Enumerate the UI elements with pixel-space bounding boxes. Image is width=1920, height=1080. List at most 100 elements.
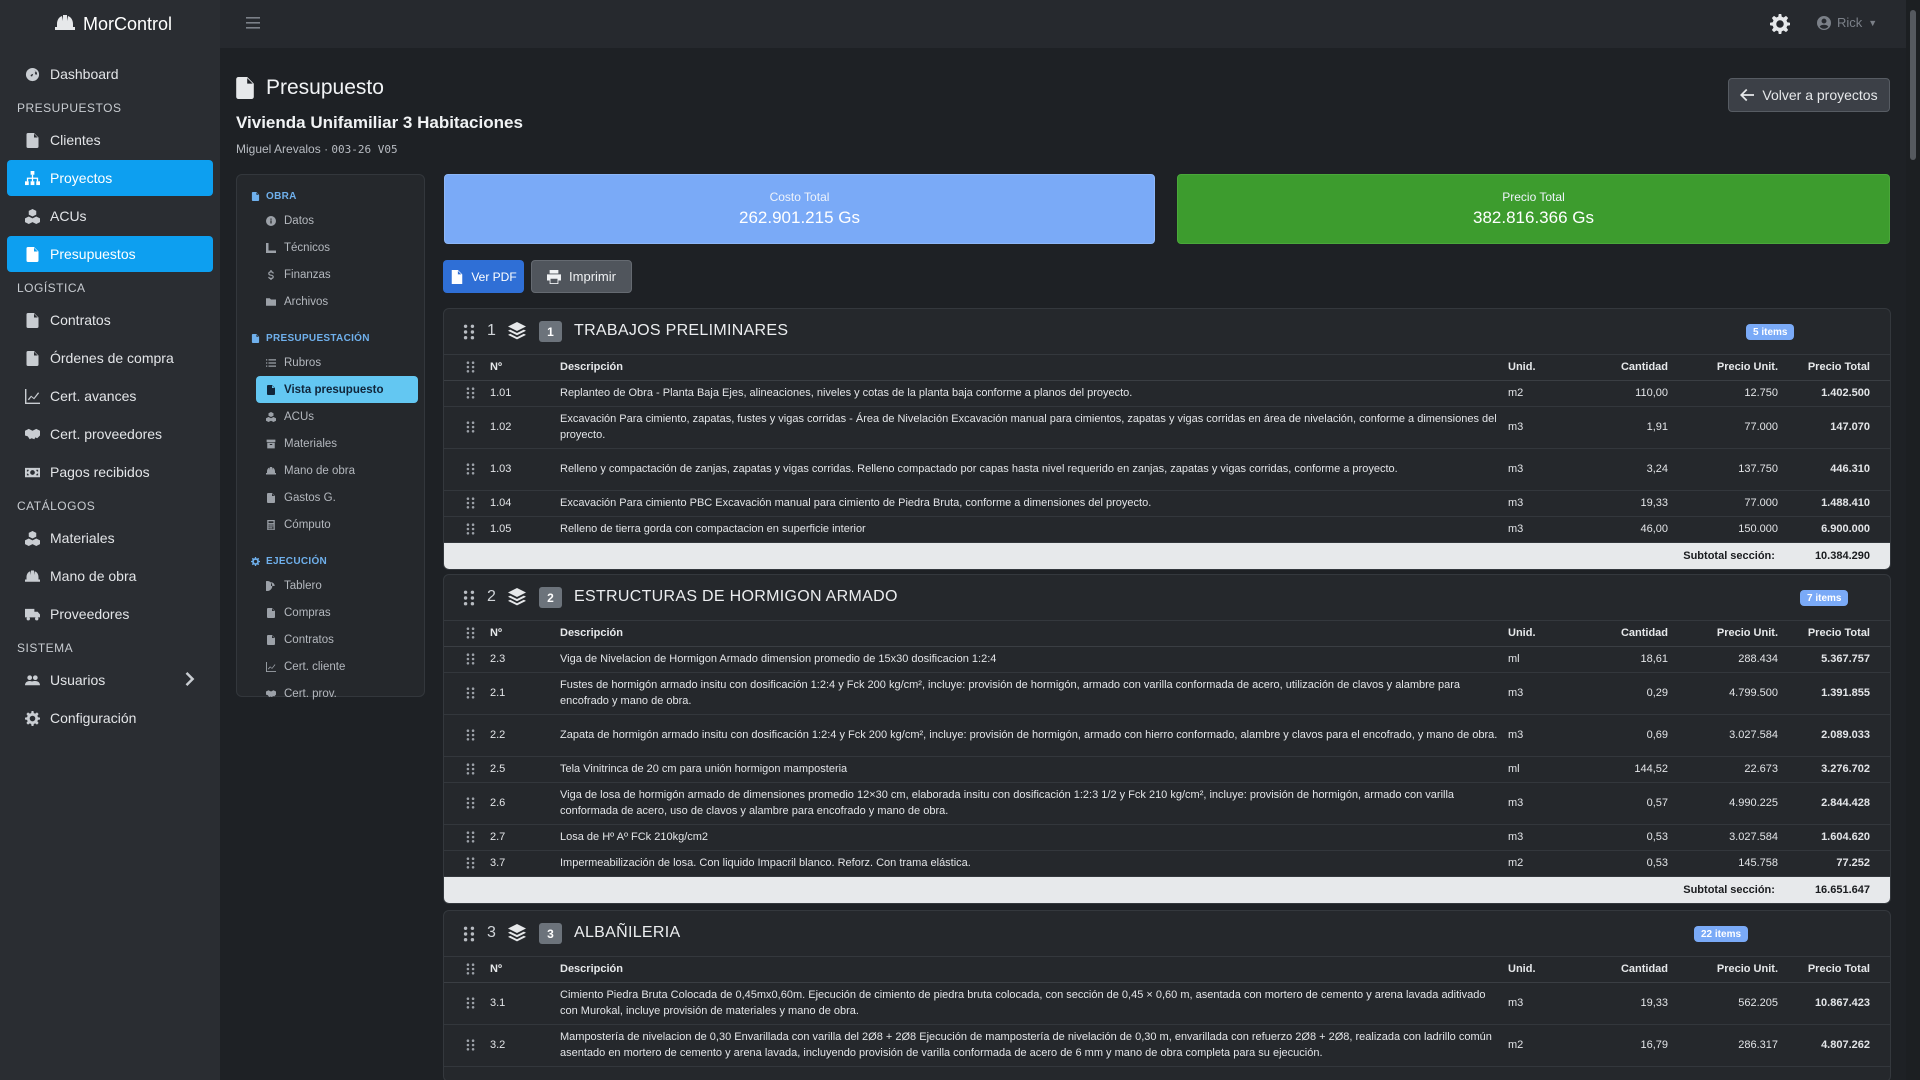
table-row[interactable]: 2.6 Viga de losa de hormigón armado de di… [444, 782, 1890, 825]
sidebar-section-sistema: SISTEMA [17, 641, 74, 655]
table-row[interactable]: 1.05 Relleno de tierra gorda con compacta… [444, 516, 1890, 543]
section-header: 2 2 ESTRUCTURAS DE HORMIGON ARMADO 7 items [444, 575, 1890, 621]
drag-handle-icon[interactable] [466, 857, 475, 869]
brand[interactable]: MorControl [0, 0, 220, 48]
sidebar-item-acus[interactable]: ACUs [7, 198, 213, 234]
hamburger-icon[interactable] [246, 17, 260, 29]
table-row[interactable]: 2.2 Zapata de hormigón armado insitu con … [444, 714, 1890, 757]
cell-qty: 1,91 [1588, 406, 1668, 449]
table-row[interactable]: 1.02 Excavación Para cimiento, zapatas, f… [444, 406, 1890, 449]
sidebar-item-label: Usuarios [50, 672, 106, 688]
sidebar-item-cert-avances[interactable]: Cert. avances [7, 378, 213, 414]
drag-handle-icon[interactable] [466, 831, 475, 843]
sidebar-item-contratos[interactable]: Contratos [7, 302, 213, 338]
print-button[interactable]: Imprimir [531, 260, 632, 293]
drag-handle-icon[interactable] [466, 653, 475, 665]
sidebar-item-usuarios[interactable]: Usuarios [7, 662, 213, 698]
sidebar-item-label: Proyectos [50, 170, 113, 186]
table-row[interactable]: 2.7 Losa de Hº Aº FCk 210kg/cm2 m3 0,53 3.02… [444, 824, 1890, 851]
subnav-item-acus[interactable]: ACUs [237, 403, 418, 430]
subnav-item-rubros[interactable]: Rubros [237, 349, 418, 376]
subnav-item-gastos-g[interactable]: Gastos G. [237, 484, 418, 511]
table-row[interactable]: 3.7 Impermeabilización de losa. Con liqui… [444, 850, 1890, 877]
table-row[interactable]: 3.2 Mampostería de nivelacion de 0,30 Env… [444, 1024, 1890, 1067]
subnav-item-computo[interactable]: Cómputo [237, 511, 418, 538]
theme-gear-icon[interactable] [1770, 14, 1790, 34]
drag-handle-icon[interactable] [466, 687, 475, 699]
page-scrollbar[interactable] [1906, 0, 1920, 1080]
sidebar-item-pagos-recibidos[interactable]: Pagos recibidos [7, 454, 213, 490]
drag-handle-icon[interactable] [466, 763, 475, 775]
drag-handle-icon[interactable] [463, 590, 475, 606]
cell-total: 6.900.000 [1778, 516, 1890, 543]
table-row[interactable]: 2.3 Viga de Nivelacion de Hormigon Armado… [444, 646, 1890, 673]
subnav-item-vista-presupuesto[interactable]: Vista presupuesto [256, 376, 418, 403]
sidebar-item-dashboard[interactable]: Dashboard [7, 56, 213, 92]
subnav-item-archivos[interactable]: Archivos [237, 288, 418, 315]
table-row[interactable]: 2.5 Tela Vinitrinca de 20 cm para unión h… [444, 756, 1890, 783]
drag-handle-icon[interactable] [466, 523, 475, 535]
subnav-item-label: Cert. prov. [284, 687, 337, 700]
sidebar-item-materiales[interactable]: Materiales [7, 520, 213, 556]
subnav-item-materiales[interactable]: Materiales [237, 430, 418, 457]
subnav-item-contratos[interactable]: Contratos [237, 626, 418, 653]
drag-handle-icon[interactable] [466, 421, 475, 433]
subnav-item-cert-cliente[interactable]: Cert. cliente [237, 653, 418, 680]
subnav-item-compras[interactable]: Compras [237, 599, 418, 626]
sidebar-item-mano-de-obra[interactable]: Mano de obra [7, 558, 213, 594]
scrollbar-thumb[interactable] [1910, 10, 1916, 160]
view-pdf-button[interactable]: Ver PDF [443, 260, 524, 293]
subnav-item-finanzas[interactable]: Finanzas [237, 261, 418, 288]
subnav-group-ejecucion: EJECUCIÓN [237, 550, 424, 572]
table-row[interactable]: 2.1 Fustes de hormigón armado insitu con … [444, 672, 1890, 715]
drag-handle-icon[interactable] [466, 463, 475, 475]
col-unit-price: Precio Unit. [1668, 355, 1778, 381]
sidebar-item-label: Mano de obra [50, 568, 137, 584]
cell-num: 2.3 [476, 646, 546, 673]
sidebar-item-label: Materiales [50, 530, 115, 546]
subnav-item-mano-de-obra[interactable]: Mano de obra [237, 457, 418, 484]
table-row[interactable]: 1.01 Replanteo de Obra - Planta Baja Ejes… [444, 380, 1890, 407]
subnav-item-tablero[interactable]: Tablero [237, 572, 418, 599]
drag-handle-icon[interactable] [466, 797, 475, 809]
table-row[interactable]: 1.04 Excavación Para cimiento PBC Excavac… [444, 490, 1890, 517]
table-header-row: Nº Descripción Unid. Cantidad Precio Unit. Pr… [444, 355, 1890, 381]
user-menu[interactable]: Rick ▼ [1817, 15, 1877, 30]
sidebar-item-proyectos[interactable]: Proyectos [7, 160, 213, 196]
gauge-icon [25, 67, 40, 82]
subnav-item-cert-prov[interactable]: Cert. prov. [237, 680, 418, 707]
gear-icon [251, 557, 260, 566]
cell-qty: 0,69 [1588, 714, 1668, 757]
back-to-projects-button[interactable]: Volver a proyectos [1728, 78, 1890, 112]
cell-unit-price: 3.027.584 [1668, 714, 1778, 757]
project-meta: Miguel Arevalos · 003-26 V05 [236, 142, 398, 156]
back-button-label: Volver a proyectos [1762, 87, 1878, 103]
drag-handle-icon[interactable] [466, 729, 475, 741]
sidebar-item-ordenes-compra[interactable]: Órdenes de compra [7, 340, 213, 376]
sidebar-item-proveedores[interactable]: Proveedores [7, 596, 213, 632]
subnav-item-label: Compras [284, 606, 331, 619]
subnav-item-tecnicos[interactable]: Técnicos [237, 234, 418, 261]
col-unit: Unid. [1508, 621, 1588, 647]
sidebar-item-presupuestos[interactable]: Presupuestos [7, 236, 213, 272]
cell-unit: m2 [1508, 850, 1588, 877]
kpi-price-card: Precio Total 382.816.366 Gs [1177, 174, 1890, 244]
sidebar-item-clientes[interactable]: Clientes [7, 122, 213, 158]
drag-handle-icon[interactable] [466, 387, 475, 399]
drag-handle-icon[interactable] [463, 324, 475, 340]
subnav-item-datos[interactable]: Datos [237, 207, 418, 234]
sidebar-item-configuracion[interactable]: Configuración [7, 700, 213, 736]
folder-icon [266, 297, 276, 307]
dollar-icon [266, 270, 276, 280]
cell-unit-price: 562.205 [1668, 982, 1778, 1025]
drag-handle-icon[interactable] [466, 1039, 475, 1051]
table-row[interactable]: 1.03 Relleno y compactación de zanjas, za… [444, 448, 1890, 491]
sidebar-item-cert-proveedores[interactable]: Cert. proveedores [7, 416, 213, 452]
cell-qty: 19,33 [1588, 982, 1668, 1025]
drag-handle-icon[interactable] [466, 997, 475, 1009]
drag-handle-icon[interactable] [466, 497, 475, 509]
table-row[interactable]: 3.1 Cimiento Piedra Bruta Colocada de 0,4… [444, 982, 1890, 1025]
page-header: Presupuesto [236, 76, 384, 100]
drag-handle-icon[interactable] [463, 926, 475, 942]
kpi-cost-value: 262.901.215 Gs [739, 208, 860, 227]
